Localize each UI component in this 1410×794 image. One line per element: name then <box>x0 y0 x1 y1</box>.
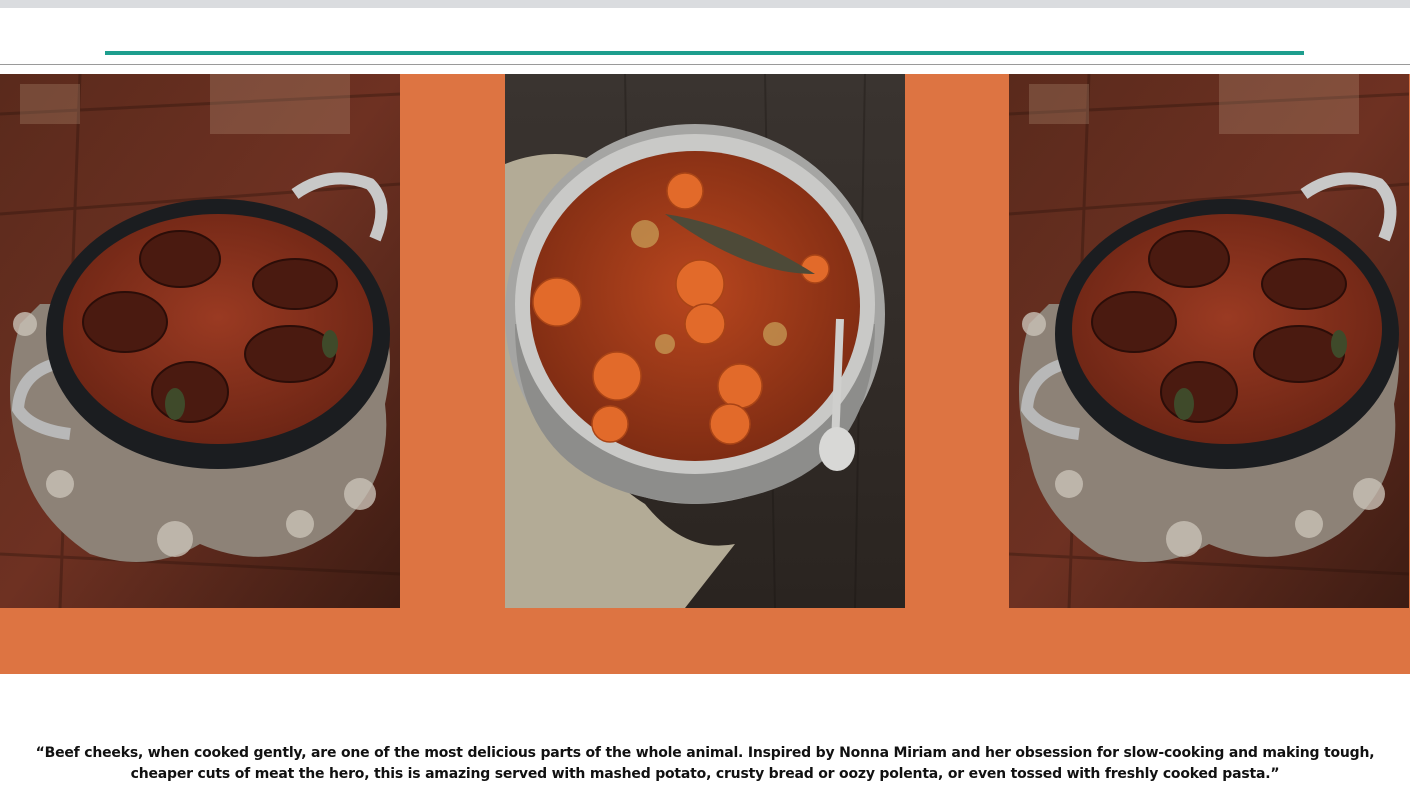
teal-divider <box>105 51 1304 55</box>
recipe-quote: “Beef cheeks, when cooked gently, are on… <box>35 745 1375 782</box>
photo-beef-cheeks-left <box>0 74 400 608</box>
beef-cheeks-image <box>1009 74 1409 608</box>
beef-cheeks-image <box>0 74 400 608</box>
thin-divider <box>0 64 1410 65</box>
stew-pot-image <box>505 74 905 608</box>
top-bar <box>0 0 1410 8</box>
photo-stew-pot <box>505 74 905 608</box>
photo-beef-cheeks-right <box>1009 74 1409 608</box>
